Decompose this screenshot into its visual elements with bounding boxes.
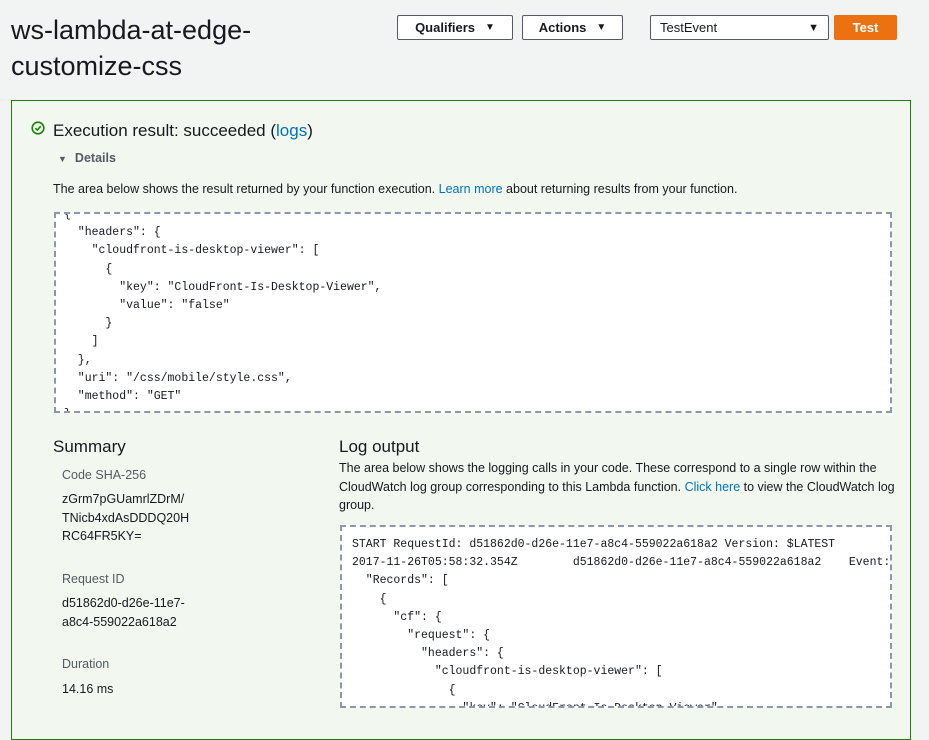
learn-more-link[interactable]: Learn more [439, 182, 503, 196]
log-description: The area below shows the logging calls i… [339, 459, 899, 515]
logs-link[interactable]: logs [276, 121, 307, 140]
actions-button[interactable]: Actions ▼ [522, 15, 623, 40]
request-id-label: Request ID [62, 572, 125, 586]
test-event-value: TestEvent [660, 20, 718, 35]
result-desc-text: The area below shows the result returned… [53, 182, 439, 196]
click-here-link[interactable]: Click here [685, 480, 741, 494]
check-circle-icon [31, 121, 45, 135]
test-event-select[interactable]: TestEvent ▼ [650, 15, 829, 40]
execution-result-title: Execution result: succeeded (logs) [53, 121, 313, 141]
caret-down-icon: ▼ [808, 21, 819, 34]
function-title: ws-lambda-at-edge-customize-css [11, 15, 252, 81]
result-title-suffix: ) [307, 121, 313, 140]
details-toggle[interactable]: ▼ Details [58, 151, 116, 165]
execution-result-panel: Execution result: succeeded (logs) ▼ Deta… [11, 100, 911, 740]
test-button[interactable]: Test [834, 15, 897, 40]
result-output-box[interactable]: { "headers": { "cloudfront-is-desktop-vi… [54, 212, 892, 413]
details-label: Details [74, 151, 116, 165]
summary-heading: Summary [53, 437, 126, 456]
request-id-value: d51862d0-d26e-11e7- a8c4-559022a618a2 [62, 596, 185, 629]
result-title-text: Execution result: succeeded ( [53, 121, 277, 140]
log-output-box[interactable]: START RequestId: d51862d0-d26e-11e7-a8c4… [340, 525, 892, 708]
triangle-down-icon: ▼ [58, 154, 67, 164]
result-json: { "headers": { "cloudfront-is-desktop-vi… [64, 212, 382, 411]
qualifiers-label: Qualifiers [415, 20, 476, 35]
caret-down-icon: ▼ [485, 22, 495, 33]
duration-label: Duration [62, 657, 110, 671]
log-output-heading: Log output [339, 437, 420, 456]
duration-value: 14.16 ms [62, 682, 114, 696]
qualifiers-button[interactable]: Qualifiers ▼ [397, 15, 513, 40]
result-desc-text-after: about returning results from your functi… [502, 182, 738, 196]
code-sha-value: zGrm7pGUamrlZDrM/ TNicb4xdAsDDDQ20H RC64… [62, 492, 190, 543]
caret-down-icon: ▼ [596, 22, 607, 33]
log-output-text: START RequestId: d51862d0-d26e-11e7-a8c4… [352, 538, 891, 706]
result-description: The area below shows the result returned… [53, 182, 737, 196]
code-sha-label: Code SHA-256 [62, 468, 147, 482]
actions-label: Actions [538, 20, 587, 35]
